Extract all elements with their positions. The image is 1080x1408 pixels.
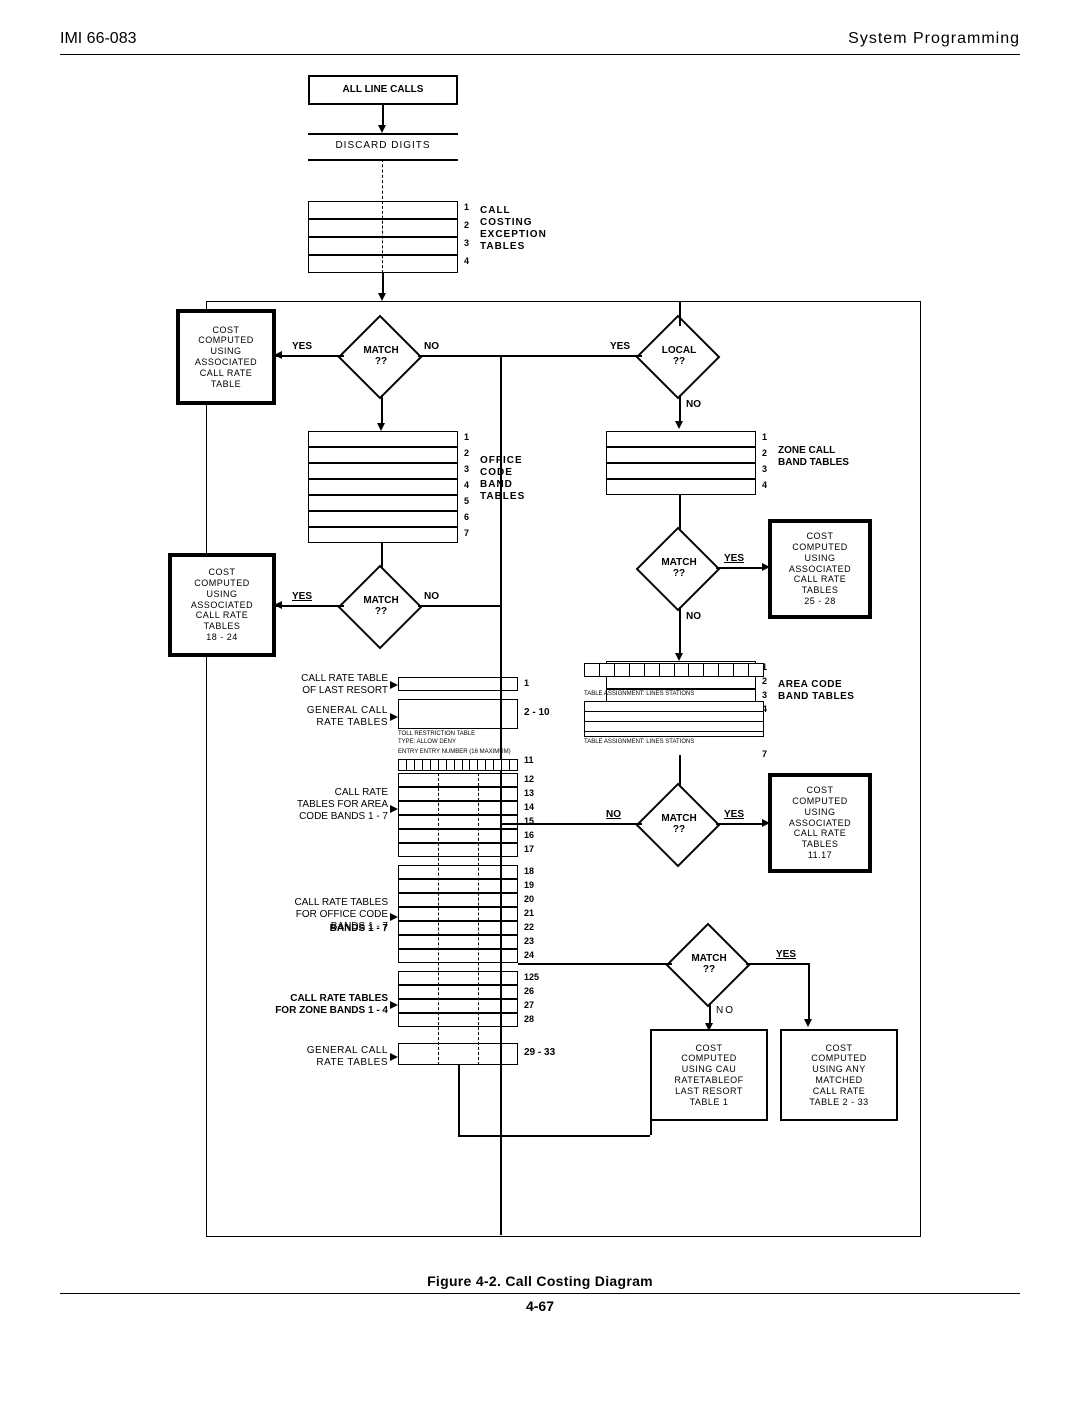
cost-assoc-rate-label: COST COMPUTED USING ASSOCIATED CALL RATE… [195,325,257,390]
cost-2-33-label: COST COMPUTED USING ANY MATCHED CALL RAT… [809,1043,868,1108]
page-number: 4-67 [60,1298,1020,1314]
r15: 15 [524,816,534,826]
cost-last-resort-box: COST COMPUTED USING CAU RATETABLEOF LAST… [650,1029,768,1121]
cost-assoc-rate-box: COST COMPUTED USING ASSOCIATED CALL RATE… [178,311,274,403]
exc-n4: 4 [464,256,469,266]
no-rate: NO [716,1005,735,1017]
discard-digits-label: DISCARD DIGITS [335,140,430,152]
z4: 4 [762,480,767,490]
r29-33: 29 - 33 [524,1047,555,1059]
off4: 4 [464,480,469,490]
a2: 2 [762,676,767,686]
figure-caption: Figure 4-2. Call Costing Diagram [60,1273,1020,1289]
r1: 1 [524,678,529,688]
no1: NO [424,341,439,353]
match-zone: MATCH ?? [652,557,706,579]
yes-rate: YES [776,949,796,961]
tbl-assign1: TABLE ASSIGNMENT: LINES STATIONS [584,691,694,697]
last-resort-label: CALL RATE TABLE OF LAST RESORT [224,673,388,697]
yes1: YES [292,341,312,353]
cost-2-33-box: COST COMPUTED USING ANY MATCHED CALL RAT… [780,1029,898,1121]
general-call-rate-label: GENERAL CALL RATE TABLES [224,705,388,729]
zone-band-label: ZONE CALL BAND TABLES [778,445,849,469]
r11: 11 [524,755,534,765]
r13: 13 [524,788,534,798]
exc-n1: 1 [464,202,469,212]
r23: 23 [524,936,534,946]
diagram-canvas: ALL LINE CALLS DISCARD DIGITS 1 2 3 4 CA… [60,55,1020,1265]
r25: 125 [524,972,539,982]
header-left: IMI 66-083 [60,30,136,48]
toll-label: TOLL RESTRICTION TABLE [398,731,475,737]
r27: 27 [524,1000,534,1010]
r28: 28 [524,1014,534,1024]
start-label: ALL LINE CALLS [343,84,424,96]
no-area: NO [606,809,621,821]
cost-last-resort-label: COST COMPUTED USING CAU RATETABLEOF LAST… [674,1043,743,1108]
r17: 17 [524,844,534,854]
page-header: IMI 66-083 System Programming [60,30,1020,55]
exc-n3: 3 [464,238,469,248]
r14: 14 [524,802,534,812]
bands-1-7-label: BANDS 1 - 7 [224,923,388,935]
yes-office: YES [292,591,312,603]
off3: 3 [464,464,469,474]
r24: 24 [524,950,534,960]
yes-local: YES [610,341,630,353]
r26: 26 [524,986,534,996]
off7: 7 [464,528,469,538]
area-1-7-label: CALL RATE TABLES FOR AREA CODE BANDS 1 -… [224,787,388,823]
call-costing-exc-label: CALL COSTING EXCEPTION TABLES [480,205,547,253]
a3: 3 [762,690,767,700]
r22: 22 [524,922,534,932]
type-label: TYPE: ALLOW DENY [398,739,456,745]
z2: 2 [762,448,767,458]
match-rate: MATCH ?? [682,953,736,975]
area-code-band-label: AREA CODE BAND TABLES [778,679,854,703]
start-box: ALL LINE CALLS [308,75,458,105]
z1: 1 [762,432,767,442]
office-code-band-label: OFFICE CODE BAND TABLES [480,455,525,503]
zone-1-4-label: CALL RATE TABLES FOR ZONE BANDS 1 - 4 [224,993,388,1017]
a7: 7 [762,749,767,759]
r20: 20 [524,894,534,904]
yes-zone: YES [724,553,744,565]
entry-label: ENTRY ENTRY NUMBER (16 MAXIMUM) [398,749,511,755]
yes-area: YES [724,809,744,821]
r12: 12 [524,774,534,784]
no-zone: NO [686,611,701,623]
header-right: System Programming [848,30,1020,48]
r18: 18 [524,866,534,876]
off1: 1 [464,432,469,442]
match-office: MATCH ?? [354,595,408,617]
exc-n2: 2 [464,220,469,230]
off5: 5 [464,496,469,506]
off6: 6 [464,512,469,522]
off2: 2 [464,448,469,458]
page: IMI 66-083 System Programming ALL LINE C… [0,0,1080,1408]
match-area: MATCH ?? [652,813,706,835]
general-call-rate2-label: GENERAL CALL RATE TABLES [224,1045,388,1069]
r16: 16 [524,830,534,840]
r19: 19 [524,880,534,890]
no-local: NO [686,399,701,411]
tbl-assign2: TABLE ASSIGNMENT: LINES STATIONS [584,739,694,745]
no-office: NO [424,591,439,603]
discard-digits-box: DISCARD DIGITS [308,133,458,159]
match1-label: MATCH ?? [354,345,408,367]
r21: 21 [524,908,534,918]
local-label: LOCAL ?? [652,345,706,367]
z3: 3 [762,464,767,474]
r2-10: 2 - 10 [524,707,550,719]
